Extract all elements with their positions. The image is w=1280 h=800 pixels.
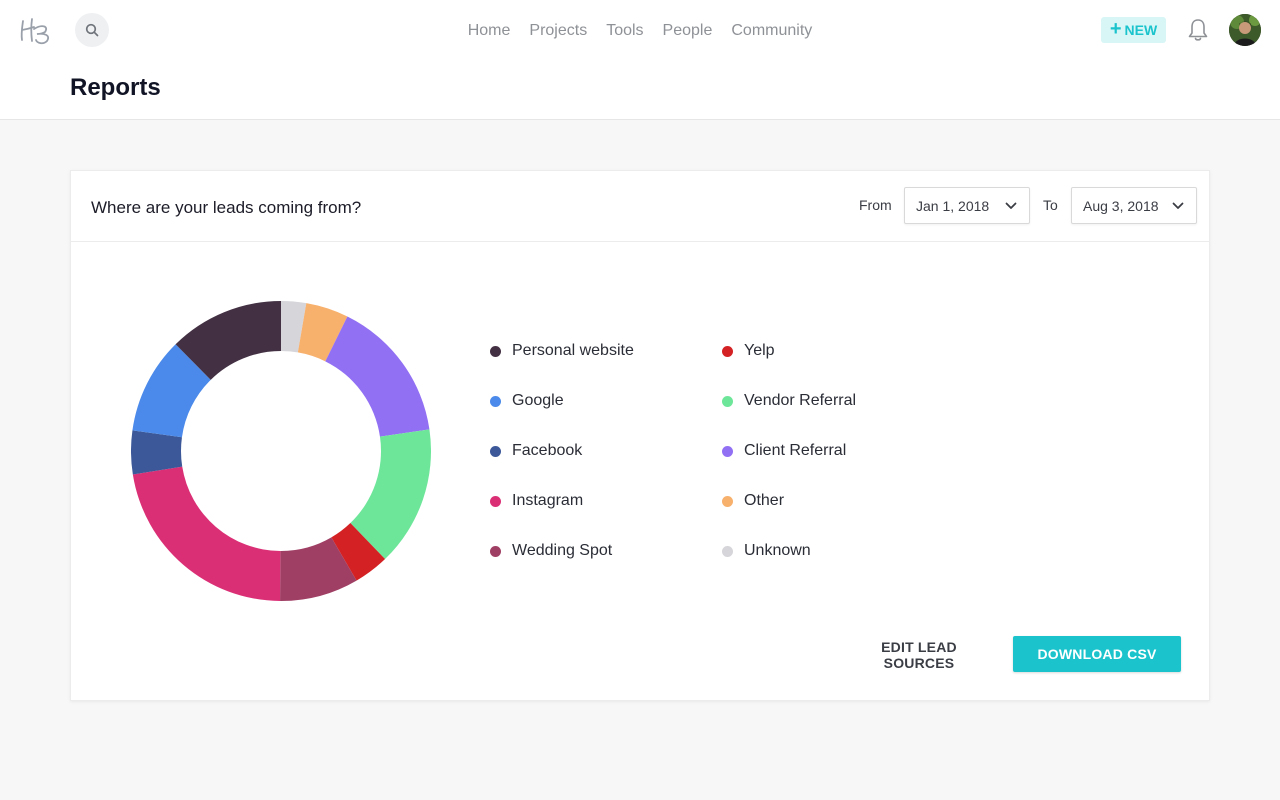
nav-community[interactable]: Community — [731, 20, 812, 42]
legend-label: Instagram — [512, 492, 584, 509]
honeybook-logo-icon[interactable] — [18, 14, 58, 46]
legend-swatch — [722, 545, 733, 557]
nav-people[interactable]: People — [663, 20, 713, 42]
to-date-value: Aug 3, 2018 — [1083, 198, 1159, 214]
donut-slice-instagram[interactable] — [132, 466, 281, 601]
legend-swatch — [722, 345, 733, 357]
new-button-label: NEW — [1124, 22, 1158, 38]
legend-swatch — [490, 445, 501, 457]
legend-label: Google — [512, 392, 564, 409]
legend-item-client-referral: Client Referral — [722, 441, 846, 461]
legend-swatch — [490, 495, 501, 507]
legend-item-facebook: Facebook — [490, 441, 582, 461]
legend-item-instagram: Instagram — [490, 491, 583, 511]
legend-swatch — [490, 395, 501, 407]
legend-label: Facebook — [512, 442, 583, 459]
notifications-bell-icon[interactable] — [1186, 17, 1210, 43]
lead-sources-donut-chart — [131, 301, 431, 601]
plus-icon: + — [1109, 18, 1122, 40]
chevron-down-icon — [1172, 202, 1184, 209]
download-csv-button[interactable]: DOWNLOAD CSV — [1013, 636, 1181, 672]
search-button[interactable] — [75, 13, 109, 47]
card-title: Where are your leads coming from? — [91, 198, 362, 217]
user-avatar[interactable] — [1229, 14, 1261, 46]
new-button[interactable]: + NEW — [1101, 17, 1166, 43]
legend-item-unknown: Unknown — [722, 541, 811, 561]
nav-tools[interactable]: Tools — [606, 20, 643, 42]
card-header: Where are your leads coming from? From J… — [71, 171, 1209, 242]
legend-item-vendor-referral: Vendor Referral — [722, 391, 856, 411]
top-bar: Home Projects Tools People Community + N… — [0, 0, 1280, 120]
legend-label: Vendor Referral — [744, 392, 857, 409]
main-nav: Home Projects Tools People Community — [0, 20, 1280, 42]
page-title: Reports — [70, 74, 161, 101]
donut-slice-client-referral[interactable] — [325, 316, 430, 437]
to-date-select[interactable]: Aug 3, 2018 — [1071, 187, 1197, 224]
donut-slice-facebook[interactable] — [131, 430, 183, 475]
to-label: To — [1043, 197, 1058, 213]
avatar-photo-icon — [1229, 14, 1261, 46]
from-date-select[interactable]: Jan 1, 2018 — [904, 187, 1030, 224]
legend-label: Other — [744, 492, 785, 509]
legend-label: Personal website — [512, 342, 634, 359]
legend-item-personal-website: Personal website — [490, 341, 634, 361]
legend-swatch — [490, 545, 501, 557]
edit-lead-sources-button[interactable]: EDIT LEAD SOURCES — [847, 637, 991, 673]
legend-item-google: Google — [490, 391, 564, 411]
legend-label: Unknown — [744, 542, 811, 559]
legend-swatch — [722, 445, 733, 457]
legend-label: Wedding Spot — [512, 542, 613, 559]
nav-home[interactable]: Home — [468, 20, 511, 42]
legend-swatch — [722, 495, 733, 507]
chevron-down-icon — [1005, 202, 1017, 209]
legend-swatch — [722, 395, 733, 407]
legend-label: Client Referral — [744, 442, 847, 459]
search-icon — [85, 23, 99, 37]
from-date-value: Jan 1, 2018 — [916, 198, 990, 214]
from-label: From — [859, 197, 892, 213]
legend-swatch — [490, 345, 501, 357]
legend-item-yelp: Yelp — [722, 341, 775, 361]
legend-item-other: Other — [722, 491, 784, 511]
legend-label: Yelp — [744, 342, 775, 359]
nav-projects[interactable]: Projects — [529, 20, 587, 42]
lead-sources-card: Where are your leads coming from? From J… — [70, 170, 1210, 701]
legend-item-wedding-spot: Wedding Spot — [490, 541, 612, 561]
